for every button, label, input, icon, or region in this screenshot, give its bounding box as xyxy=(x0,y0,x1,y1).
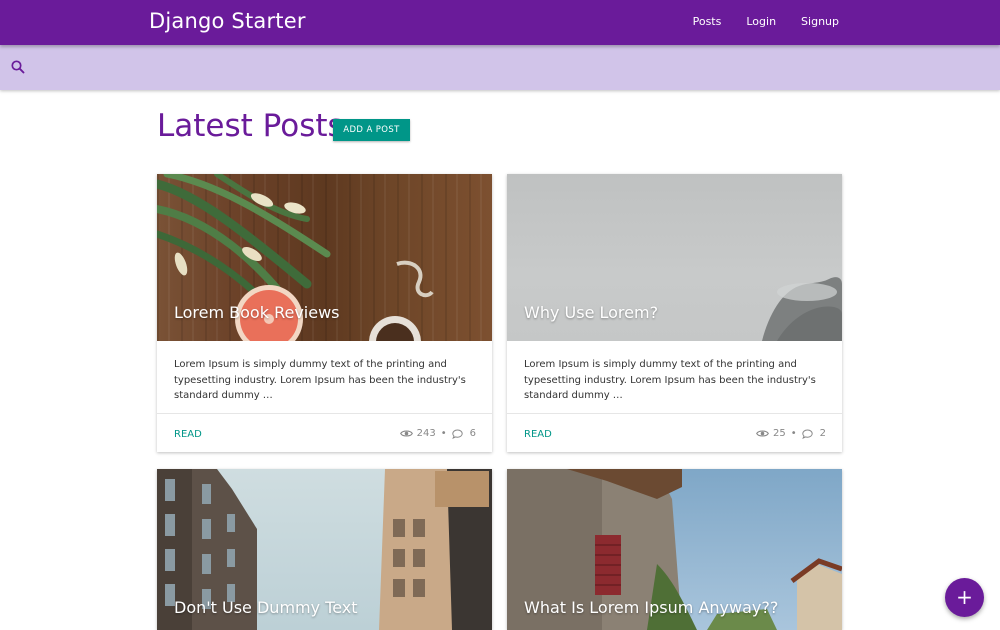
comment-icon xyxy=(451,428,463,439)
nav-item-login[interactable]: Login xyxy=(746,15,776,28)
eye-icon xyxy=(756,430,769,437)
separator-dot: • xyxy=(440,428,447,439)
eye-icon xyxy=(399,430,413,437)
separator-dot: • xyxy=(790,428,797,439)
read-link[interactable]: READ xyxy=(524,429,552,440)
post-stats: 243 • 6 xyxy=(399,428,476,439)
nav-links: Posts Login Signup xyxy=(668,15,839,28)
post-card: Lorem Book Reviews Lorem Ipsum is simply… xyxy=(157,174,492,452)
nav-item-posts[interactable]: Posts xyxy=(693,15,722,28)
view-count: 243 xyxy=(416,428,436,439)
page-title: Latest Posts xyxy=(157,108,344,144)
post-title: Don't Use Dummy Text xyxy=(174,598,358,617)
post-image[interactable]: Why Use Lorem? xyxy=(507,174,842,341)
post-card: Don't Use Dummy Text xyxy=(157,469,492,630)
post-excerpt: Lorem Ipsum is simply dummy text of the … xyxy=(157,341,492,414)
comment-count: 2 xyxy=(819,428,826,439)
add-post-fab[interactable]: + xyxy=(945,578,984,617)
post-stats: 25 • 2 xyxy=(756,428,826,439)
post-title: Lorem Book Reviews xyxy=(174,303,340,322)
post-image[interactable]: Don't Use Dummy Text xyxy=(157,469,492,630)
search-icon[interactable] xyxy=(10,59,26,75)
add-post-button[interactable]: ADD A POST xyxy=(333,119,410,141)
read-link[interactable]: READ xyxy=(174,429,202,440)
brand-title[interactable]: Django Starter xyxy=(149,9,306,33)
post-title: Why Use Lorem? xyxy=(524,303,659,322)
card-actions: READ 25 • 2 xyxy=(507,414,842,452)
post-card: What Is Lorem Ipsum Anyway?? xyxy=(507,469,842,630)
card-actions: READ 243 • 6 xyxy=(157,414,492,452)
nav-item-signup[interactable]: Signup xyxy=(801,15,839,28)
post-image[interactable]: Lorem Book Reviews xyxy=(157,174,492,341)
view-count: 25 xyxy=(772,428,786,439)
top-navbar: Django Starter Posts Login Signup xyxy=(0,0,1000,45)
post-card: Why Use Lorem? Lorem Ipsum is simply dum… xyxy=(507,174,842,452)
post-excerpt: Lorem Ipsum is simply dummy text of the … xyxy=(507,341,842,414)
post-image[interactable]: What Is Lorem Ipsum Anyway?? xyxy=(507,469,842,630)
search-bar xyxy=(0,45,1000,90)
comment-count: 6 xyxy=(469,428,476,439)
comment-icon xyxy=(801,428,813,439)
post-title: What Is Lorem Ipsum Anyway?? xyxy=(524,598,779,617)
